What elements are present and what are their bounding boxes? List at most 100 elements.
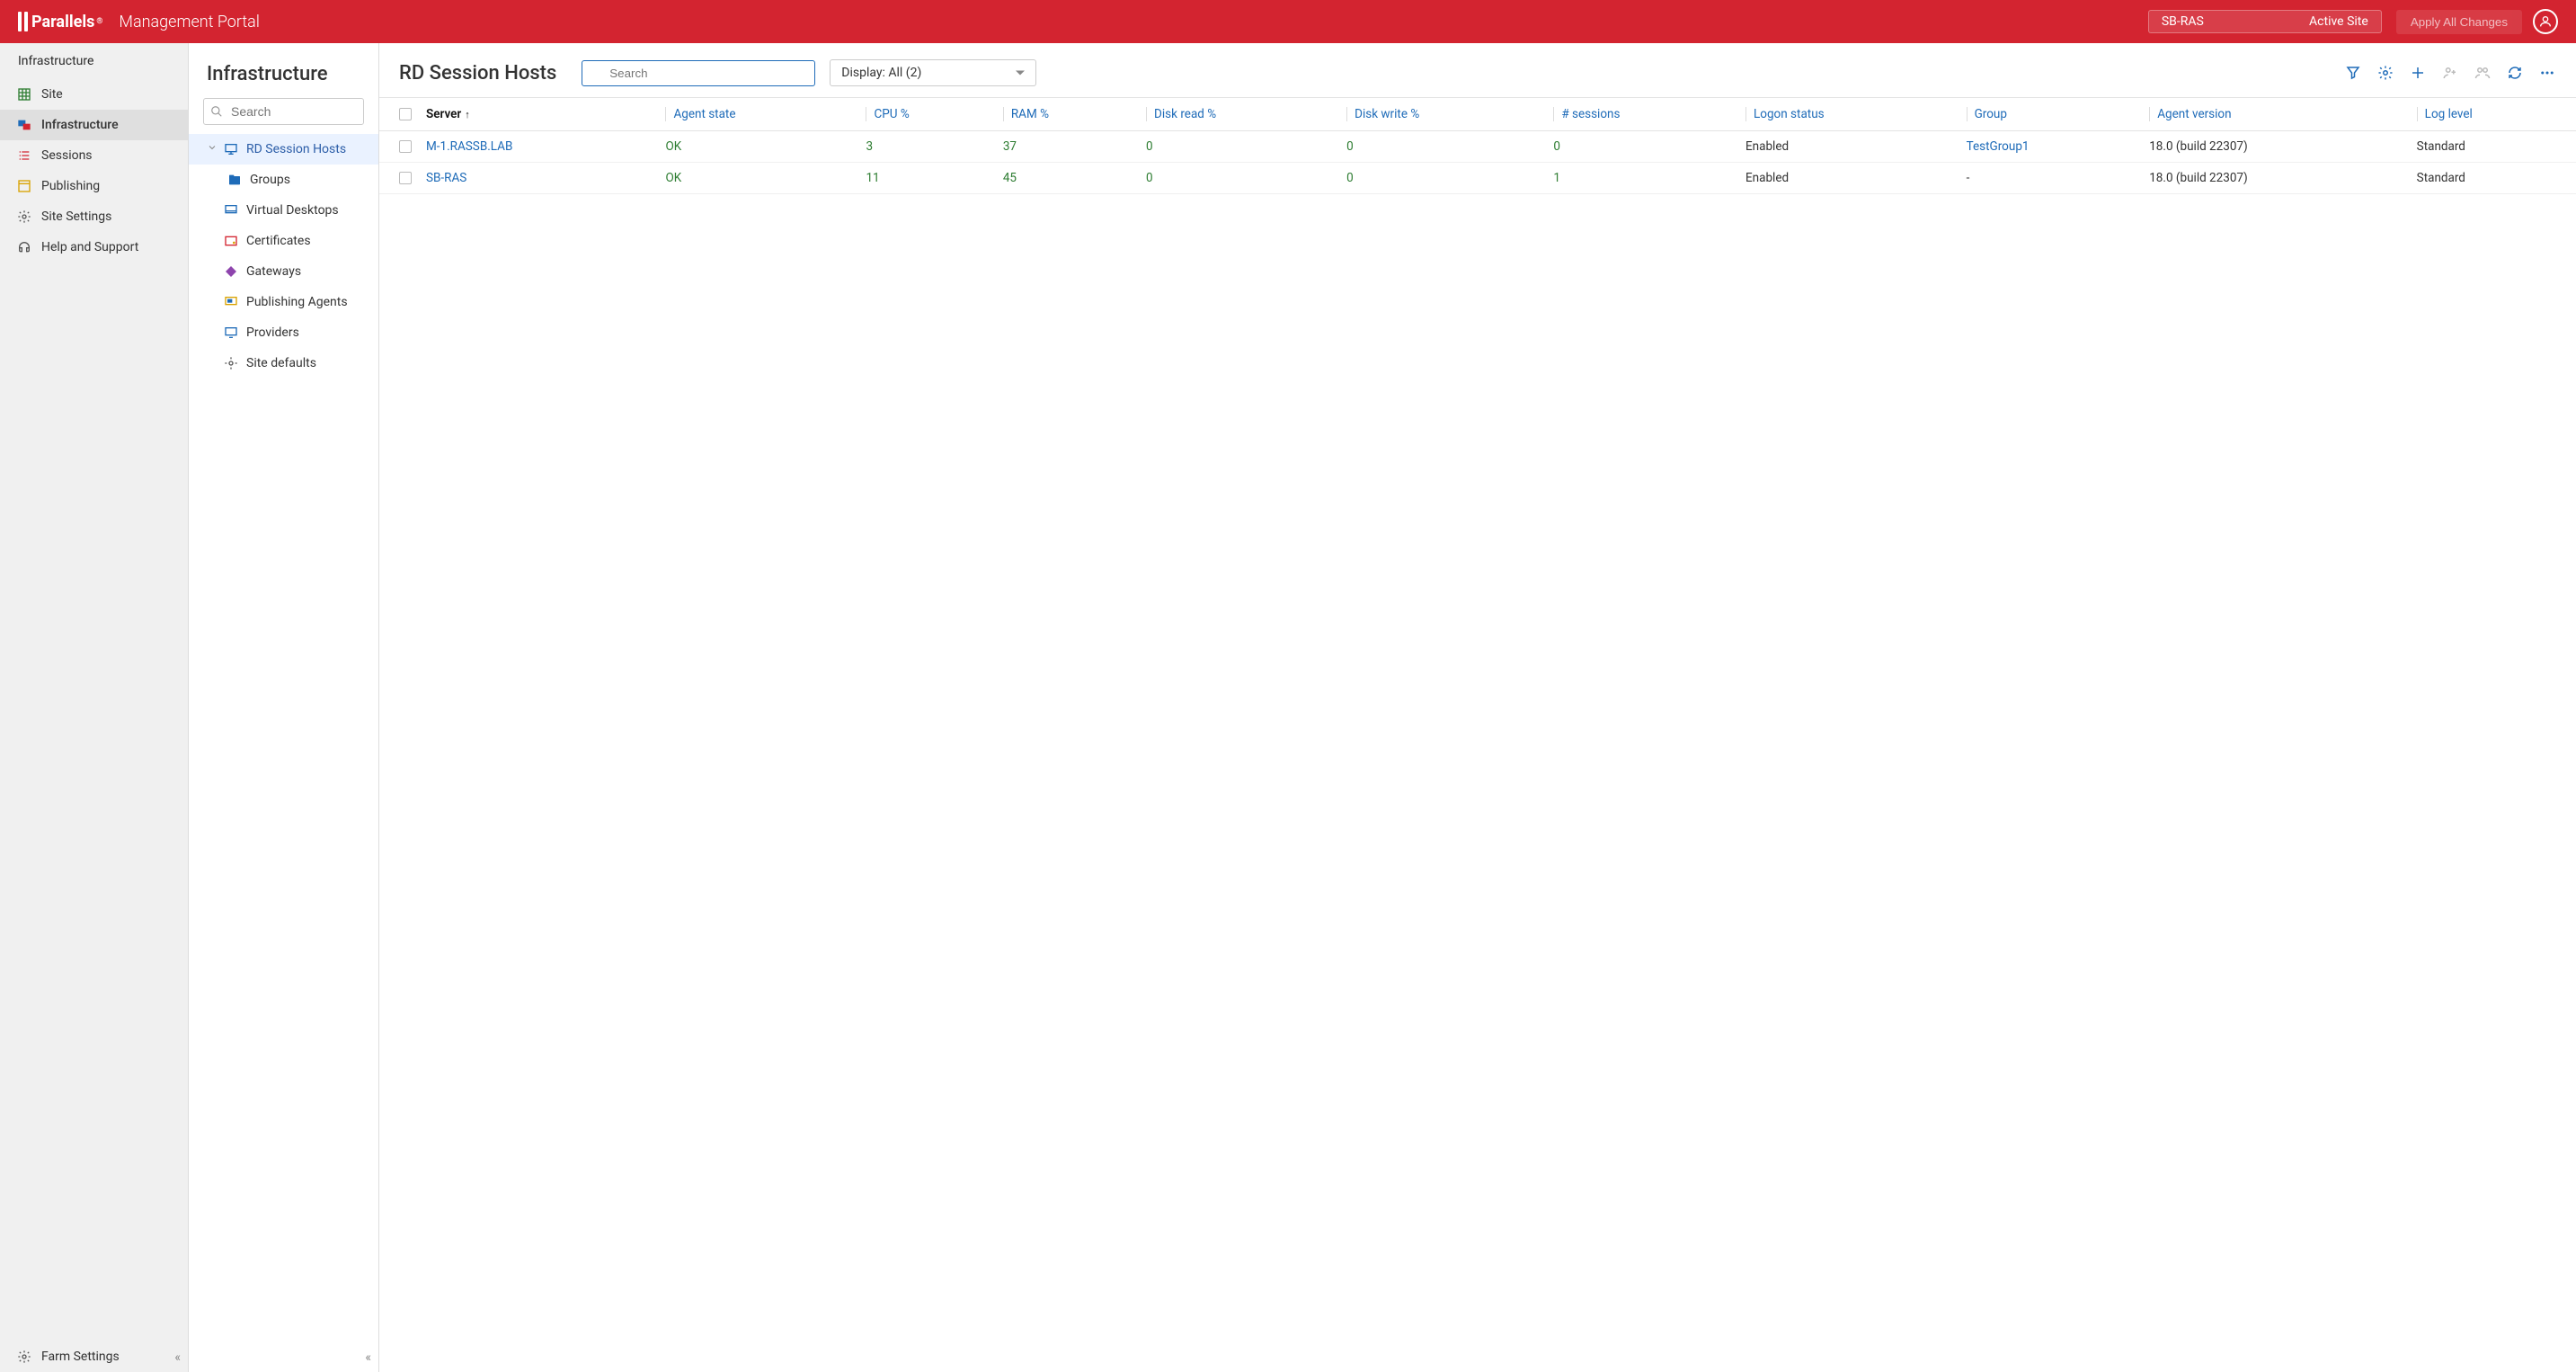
list-icon (16, 147, 32, 164)
col-ram[interactable]: RAM % (996, 98, 1139, 131)
nav-publishing[interactable]: Publishing (0, 171, 188, 201)
col-sessions[interactable]: # sessions (1546, 98, 1738, 131)
brand-logo[interactable]: Parallels® (18, 12, 102, 31)
cell-server[interactable]: SB-RAS (419, 163, 658, 194)
gear-icon (16, 1349, 32, 1365)
tree-gateways[interactable]: Gateways (189, 256, 378, 287)
sidebar-item-label: Site (41, 87, 63, 102)
monitor-icon (223, 141, 239, 157)
certificate-icon (223, 233, 239, 249)
add-icon[interactable] (2409, 64, 2427, 82)
content-search-input[interactable] (582, 60, 815, 86)
tree-providers[interactable]: Providers (189, 317, 378, 348)
sidebar-mid: Infrastructure RD Session Hosts Groups V… (189, 43, 379, 1372)
cell-ram: 37 (996, 131, 1139, 163)
brand-name: Parallels (31, 13, 94, 31)
col-server[interactable]: Server↑ (419, 98, 658, 131)
select-all-checkbox[interactable] (399, 108, 412, 120)
tree-item-label: RD Session Hosts (246, 142, 346, 156)
nav-site[interactable]: Site (0, 79, 188, 110)
settings-icon[interactable] (2376, 64, 2394, 82)
col-logon[interactable]: Logon status (1738, 98, 1959, 131)
row-checkbox[interactable] (399, 140, 412, 153)
col-disk-read[interactable]: Disk read % (1139, 98, 1339, 131)
search-icon (210, 105, 223, 118)
cell-sessions: 1 (1546, 163, 1738, 194)
collapse-sidebar-icon[interactable]: « (174, 1350, 181, 1365)
site-name: SB-RAS (2162, 14, 2204, 29)
col-group[interactable]: Group (1959, 98, 2143, 131)
sidebar-item-label: Site Settings (41, 209, 111, 224)
site-status: Active Site (2309, 14, 2368, 29)
table-row[interactable]: SB-RAS OK 11 45 0 0 1 Enabled - 18.0 (bu… (379, 163, 2576, 194)
cell-group[interactable]: TestGroup1 (1959, 131, 2143, 163)
cell-disk-write: 0 (1339, 163, 1546, 194)
cell-logon: Enabled (1738, 163, 1959, 194)
display-filter-select[interactable]: Display: All (2) (830, 59, 1036, 86)
grid-icon (16, 86, 32, 102)
cell-disk-write: 0 (1339, 131, 1546, 163)
hosts-table: Server↑ Agent state CPU % RAM % Disk rea… (379, 98, 2576, 194)
headset-icon (16, 239, 32, 255)
site-selector[interactable]: SB-RAS Active Site (2148, 10, 2382, 33)
sidebar-item-label: Farm Settings (41, 1350, 120, 1364)
col-disk-write[interactable]: Disk write % (1339, 98, 1546, 131)
sidebar-item-label: Sessions (41, 148, 93, 163)
sidebar-item-label: Help and Support (41, 240, 138, 254)
col-agent-version[interactable]: Agent version (2142, 98, 2409, 131)
collapse-mid-icon[interactable]: « (365, 1350, 371, 1365)
refresh-icon[interactable] (2506, 64, 2524, 82)
apply-all-changes-button[interactable]: Apply All Changes (2396, 10, 2522, 34)
cell-server[interactable]: M-1.RASSB.LAB (419, 131, 658, 163)
mid-search-input[interactable] (203, 98, 364, 125)
col-cpu[interactable]: CPU % (858, 98, 995, 131)
tree-groups[interactable]: Groups (189, 165, 378, 195)
tree-rd-session-hosts[interactable]: RD Session Hosts (189, 134, 378, 165)
tree-publishing-agents[interactable]: Publishing Agents (189, 287, 378, 317)
folder-icon (227, 172, 243, 188)
tree-item-label: Gateways (246, 264, 301, 279)
row-checkbox[interactable] (399, 172, 412, 184)
chevron-down-icon (207, 142, 219, 156)
cell-logon: Enabled (1738, 131, 1959, 163)
cell-agent-state: OK (658, 131, 858, 163)
nav-farm-settings[interactable]: Farm Settings (0, 1341, 188, 1372)
stack-icon (16, 117, 32, 133)
nav-infrastructure[interactable]: Infrastructure (0, 110, 188, 140)
mid-panel-title: Infrastructure (189, 43, 378, 98)
tree-site-defaults[interactable]: Site defaults (189, 348, 378, 379)
sort-asc-icon: ↑ (465, 109, 470, 120)
tree-virtual-desktops[interactable]: Virtual Desktops (189, 195, 378, 226)
table-row[interactable]: M-1.RASSB.LAB OK 3 37 0 0 0 Enabled Test… (379, 131, 2576, 163)
sidebar-item-label: Infrastructure (41, 118, 119, 132)
users-icon (2474, 64, 2492, 82)
col-log-level[interactable]: Log level (2410, 98, 2576, 131)
content-title: RD Session Hosts (399, 62, 556, 85)
cell-group: - (1959, 163, 2143, 194)
nav-help[interactable]: Help and Support (0, 232, 188, 263)
breadcrumb: Infrastructure (0, 43, 188, 79)
tree-item-label: Groups (250, 173, 290, 187)
filter-icon[interactable] (2344, 64, 2362, 82)
header-bar: Parallels® Management Portal SB-RAS Acti… (0, 0, 2576, 43)
cell-cpu: 3 (858, 131, 995, 163)
col-agent-state[interactable]: Agent state (658, 98, 858, 131)
cell-disk-read: 0 (1139, 131, 1339, 163)
gear-icon (16, 209, 32, 225)
nav-site-settings[interactable]: Site Settings (0, 201, 188, 232)
table-header-row: Server↑ Agent state CPU % RAM % Disk rea… (379, 98, 2576, 131)
tree-certificates[interactable]: Certificates (189, 226, 378, 256)
nav-sessions[interactable]: Sessions (0, 140, 188, 171)
more-icon[interactable] (2538, 64, 2556, 82)
desktop-icon (223, 202, 239, 218)
sidebar-left: Infrastructure Site Infrastructure Sessi… (0, 43, 189, 1372)
screen-icon (223, 294, 239, 310)
tree-item-label: Site defaults (246, 356, 316, 370)
cell-ram: 45 (996, 163, 1139, 194)
diamond-icon (223, 263, 239, 280)
cell-log-level: Standard (2410, 163, 2576, 194)
display-filter-label: Display: All (2) (841, 66, 921, 80)
tree-item-label: Providers (246, 325, 299, 340)
tree-item-label: Virtual Desktops (246, 203, 339, 218)
user-account-icon[interactable] (2533, 9, 2558, 34)
